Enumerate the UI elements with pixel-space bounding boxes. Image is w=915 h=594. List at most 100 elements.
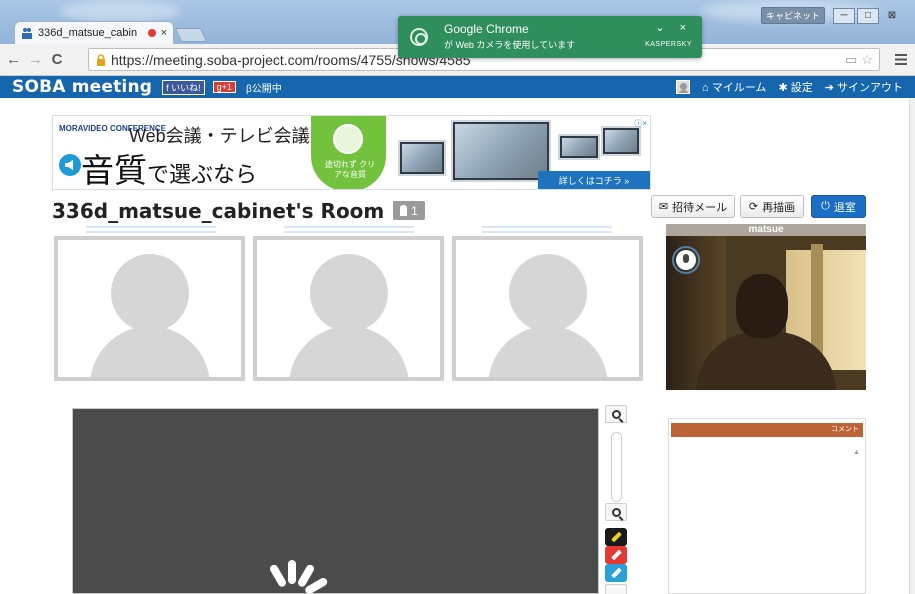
banner-badge: 途切れず クリアな音質	[311, 116, 386, 189]
person-icon	[400, 205, 408, 216]
banner-big-text-a: 音質	[81, 151, 147, 190]
invite-mail-button[interactable]: ✉ 招待メール	[651, 195, 735, 218]
banner-laptop-image	[601, 126, 641, 156]
zoom-slider[interactable]	[611, 432, 622, 502]
shared-stage[interactable]	[72, 408, 599, 594]
myroom-link[interactable]: ⌂ マイルーム	[702, 79, 766, 95]
chrome-menu-icon[interactable]	[895, 54, 907, 65]
redraw-button[interactable]: ⟳ 再描画	[740, 195, 804, 218]
notification-controls[interactable]: ⌄ ×	[655, 21, 692, 34]
signout-link[interactable]: ➔ サインアウト	[825, 79, 903, 95]
desktop-reflection	[60, 0, 180, 22]
myroom-label: マイルーム	[711, 82, 767, 94]
user-avatar[interactable]	[676, 80, 691, 94]
self-video[interactable]: matsue	[666, 224, 866, 390]
close-window-button[interactable]: ⊠	[881, 8, 903, 24]
reload-button[interactable]: C	[50, 51, 64, 68]
signout-icon: ➔	[824, 82, 834, 94]
facebook-like-button[interactable]: f いいね!	[162, 79, 205, 95]
kaspersky-toolbar-label[interactable]: キャピネット	[760, 7, 825, 24]
camera-indicator-icon[interactable]: ▭	[845, 52, 857, 68]
cd-icon	[333, 124, 363, 154]
user-links: ⌂ マイルーム ✱ 設定 ➔ サインアウト	[676, 79, 903, 95]
envelope-icon: ✉	[658, 201, 669, 213]
camera-notification[interactable]: Google Chrome が Web カメラを使用しています ⌄ × KASP…	[398, 16, 702, 58]
banner-big-text: 音質で選ぶなら	[81, 144, 258, 190]
minimize-button[interactable]: ─	[833, 7, 855, 24]
leave-room-button[interactable]: ⏻ 退室	[811, 195, 866, 218]
tab-title: 336d_matsue_cabin	[38, 27, 138, 39]
speaker-icon	[59, 154, 81, 176]
member-count: 1	[411, 203, 418, 218]
page-scrollbar[interactable]	[909, 98, 915, 594]
scroll-up-icon[interactable]: ▲	[853, 449, 860, 456]
new-tab-button[interactable]	[174, 28, 208, 42]
omnibox-tools: ▭ ☆	[845, 52, 873, 68]
bookmark-star-icon[interactable]: ☆	[861, 52, 873, 68]
avatar-placeholder-icon	[110, 254, 189, 332]
redraw-label: 再描画	[762, 201, 796, 214]
zoom-in-icon	[611, 409, 621, 419]
slot-indicator	[86, 226, 216, 236]
window-controls: キャピネット ─ □ ⊠	[760, 7, 903, 24]
back-button[interactable]: ←	[6, 51, 21, 68]
avatar-placeholder-icon	[309, 254, 388, 332]
pointer-tool[interactable]	[605, 584, 627, 594]
video-user-name: matsue	[666, 224, 866, 236]
leave-room-label: 退室	[833, 201, 856, 214]
settings-link[interactable]: ✱ 設定	[778, 79, 812, 95]
notification-source: KASPERSKY	[645, 41, 692, 48]
slot-indicator	[284, 226, 414, 236]
banner-tv-image	[451, 120, 551, 182]
webcam-icon	[410, 28, 428, 46]
member-count-badge: 1	[393, 201, 425, 220]
power-icon: ⏻	[821, 200, 830, 212]
room-title: 336d_matsue_cabinet's Room	[52, 199, 385, 223]
slot-indicator	[482, 226, 612, 236]
participant-slot-empty[interactable]	[253, 236, 444, 381]
people-favicon-icon	[22, 28, 32, 39]
site-header: SOBA meeting f いいね! g+1 β公開中 ⌂ マイルーム ✱ 設…	[0, 76, 915, 98]
banner-cta[interactable]: 詳しくはコチラ »	[538, 171, 650, 189]
comment-header: コメント	[671, 423, 863, 437]
gear-icon: ✱	[778, 82, 788, 94]
banner-badge-text: 途切れず クリアな音質	[324, 160, 376, 179]
refresh-icon: ⟳	[748, 201, 759, 213]
pen-icon	[610, 531, 622, 543]
ad-banner[interactable]: MORAVIDEO CONFERENCE Web会議・テレビ会議 音質で選ぶなら…	[52, 115, 651, 190]
recording-dot-icon	[147, 29, 156, 37]
notification-title: Google Chrome	[444, 22, 529, 36]
zoom-out-icon	[611, 507, 621, 517]
comment-scrollbar[interactable]: ▲	[853, 441, 861, 591]
avatar-placeholder-icon	[508, 254, 587, 332]
google-plus-button[interactable]: g+1	[212, 81, 236, 93]
maximize-button[interactable]: □	[857, 7, 879, 24]
tab-close-button[interactable]: ×	[161, 27, 167, 39]
site-logo[interactable]: SOBA meeting	[12, 77, 152, 97]
lock-icon	[97, 53, 105, 66]
invite-mail-label: 招待メール	[672, 201, 728, 214]
microphone-icon[interactable]	[676, 250, 696, 270]
signout-label: サインアウト	[837, 82, 903, 94]
banner-big-text-b: で選ぶなら	[147, 163, 258, 188]
home-icon: ⌂	[702, 82, 709, 94]
pen-icon	[610, 549, 622, 561]
notification-message: が Web カメラを使用しています	[444, 40, 576, 50]
beta-label: β公開中	[245, 83, 282, 95]
forward-button[interactable]: →	[28, 51, 43, 68]
comment-panel: コメント ▲	[668, 418, 866, 594]
pen-tool-blue[interactable]	[605, 564, 627, 582]
participant-slot-empty[interactable]	[452, 236, 643, 381]
settings-label: 設定	[790, 82, 813, 94]
pen-tool-black[interactable]	[605, 528, 627, 546]
zoom-out-button[interactable]	[605, 503, 627, 521]
ad-choices-icon[interactable]: ⓘ×	[634, 118, 647, 129]
zoom-in-button[interactable]	[605, 405, 627, 423]
browser-tab[interactable]: 336d_matsue_cabin ×	[14, 21, 174, 44]
browser-window: 336d_matsue_cabin × キャピネット ─ □ ⊠ ← → C h…	[0, 0, 915, 594]
pen-tool-red[interactable]	[605, 546, 627, 564]
banner-phone-image	[558, 134, 600, 160]
participant-slot-empty[interactable]	[54, 236, 245, 381]
banner-tablet-image	[398, 140, 446, 176]
pen-icon	[610, 567, 622, 579]
